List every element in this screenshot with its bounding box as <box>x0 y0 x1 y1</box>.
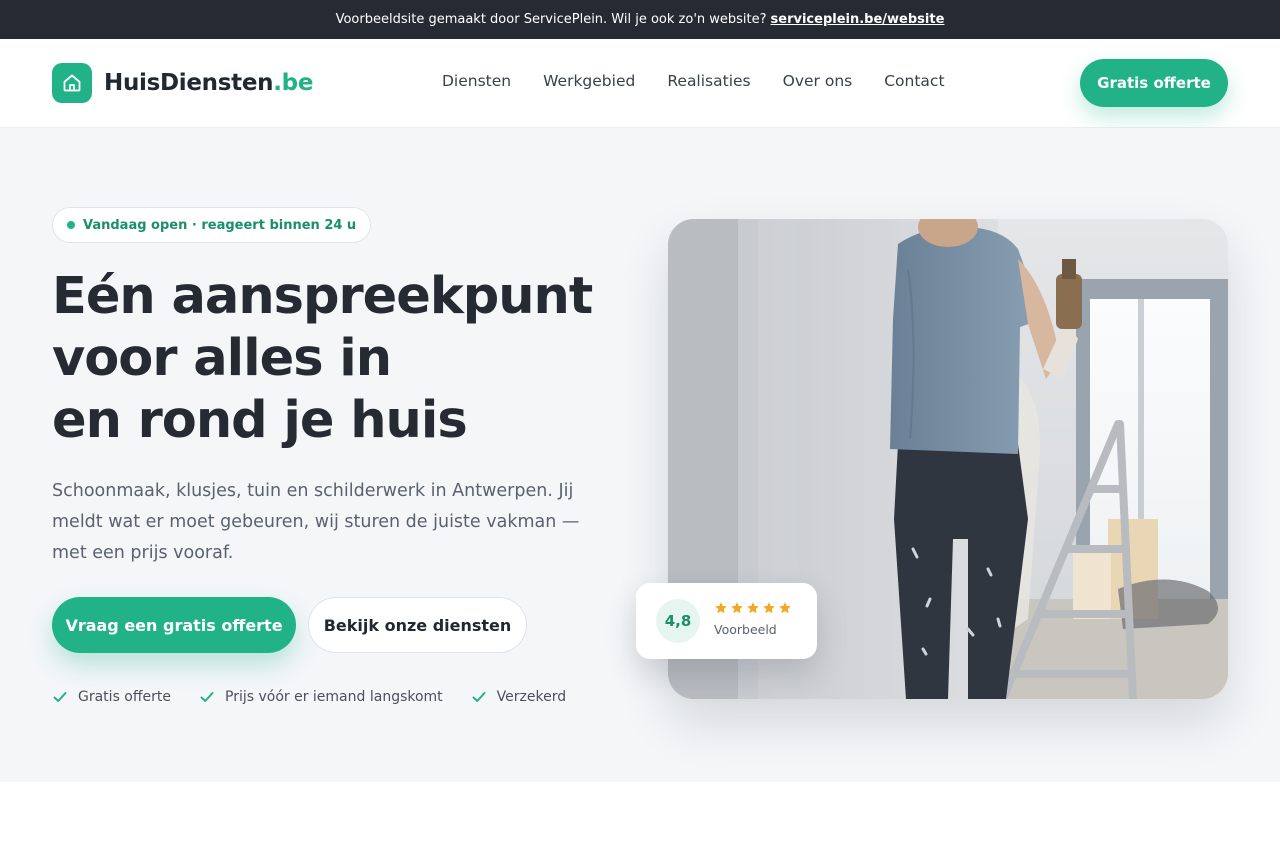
nav-item-contact[interactable]: Contact <box>884 72 944 90</box>
nav-item-werkgebied[interactable]: Werkgebied <box>543 72 635 90</box>
nav-item-diensten[interactable]: Diensten <box>442 72 511 90</box>
nav-item-over-ons[interactable]: Over ons <box>783 72 853 90</box>
headline-line-1: Eén aanspreekpunt <box>52 267 593 326</box>
request-quote-button[interactable]: Vraag een gratis offerte <box>52 597 296 653</box>
announcement-text: Voorbeeldsite gemaakt door ServicePlein.… <box>335 12 767 27</box>
status-dot <box>67 221 75 229</box>
rating-score: 4,8 <box>656 599 700 643</box>
benefit-label: Prijs vóór er iemand langskomt <box>225 689 443 705</box>
check-icon <box>472 692 486 702</box>
hero-headline: Eén aanspreekpunt voor alles in en rond … <box>52 266 652 452</box>
star-icon <box>763 602 775 614</box>
headline-line-3: en rond je huis <box>52 391 468 450</box>
hero-lead: Schoonmaak, klusjes, tuin en schilderwer… <box>52 481 580 563</box>
site-header: HuisDiensten.be Diensten Werkgebied Real… <box>0 39 1280 128</box>
benefit-label: Gratis offerte <box>78 689 171 705</box>
logo-wordmark: HuisDiensten.be <box>104 70 313 96</box>
star-icon <box>731 602 743 614</box>
benefit-item: Gratis offerte <box>52 689 171 705</box>
announcement-link[interactable]: serviceplein.be/website <box>771 12 945 27</box>
headline-line-2: voor alles in <box>52 329 392 388</box>
header-cta-button[interactable]: Gratis offerte <box>1080 59 1228 107</box>
view-services-button[interactable]: Bekijk onze diensten <box>308 597 527 653</box>
house-icon <box>52 63 92 103</box>
announcement-bar: Voorbeeldsite gemaakt door ServicePlein.… <box>0 0 1280 39</box>
benefit-label: Verzekerd <box>496 689 567 705</box>
rating-stars <box>714 601 792 615</box>
logo-tld: .be <box>273 70 314 96</box>
check-icon <box>200 692 214 702</box>
check-icon <box>53 692 67 702</box>
logo-name: HuisDiensten <box>104 70 274 96</box>
status-badge: Vandaag open · reageert binnen 24 u <box>52 207 372 243</box>
main-nav: Diensten Werkgebied Realisaties Over ons… <box>442 72 945 90</box>
nav-item-realisaties[interactable]: Realisaties <box>667 72 750 90</box>
rating-label: Voorbeeld <box>714 622 777 637</box>
star-icon <box>747 602 759 614</box>
benefit-item: Prijs vóór er iemand langskomt <box>199 689 443 705</box>
rating-card: 4,8 Voorbeeld <box>636 583 817 659</box>
benefit-item: Verzekerd <box>471 689 566 705</box>
status-badge-text: Vandaag open · reageert binnen 24 u <box>83 217 357 233</box>
hero-section: Vandaag open · reageert binnen 24 u Eén … <box>0 128 1280 782</box>
star-icon <box>779 602 791 614</box>
site-logo[interactable]: HuisDiensten.be <box>52 63 313 103</box>
star-icon <box>715 602 727 614</box>
benefit-list: Gratis offerte Prijs vóór er iemand lang… <box>52 689 566 705</box>
